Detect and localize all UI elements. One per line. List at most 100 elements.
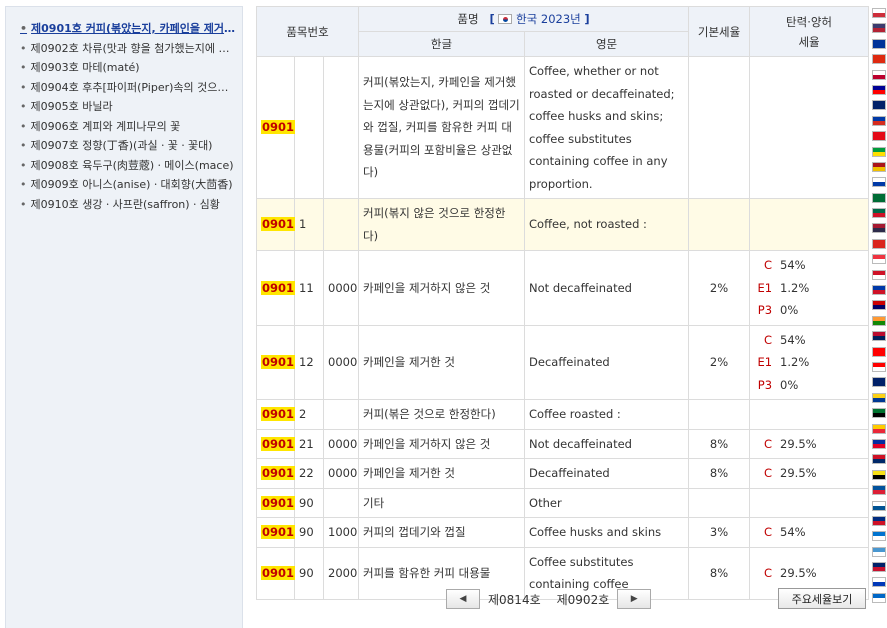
hs-heading-code[interactable]: 0901 [261, 565, 296, 580]
sidebar-heading-item[interactable]: •제0901호 커피(볶았는지, 카페인을 제거했는지에 상관없다) [20, 19, 236, 39]
hs-extension-cell: 0000 [322, 250, 360, 326]
rate-value: 1.2% [780, 280, 810, 295]
hs-heading-code[interactable]: 0901 [261, 217, 296, 232]
australia-flag-icon[interactable] [872, 100, 886, 111]
country-name[interactable]: 한국 [516, 12, 537, 26]
usa-flag-icon[interactable] [872, 23, 886, 34]
colombia-flag-icon[interactable] [872, 392, 886, 403]
tariff-year[interactable]: 2023년 [541, 12, 581, 26]
rate-type-code[interactable]: C [754, 254, 772, 277]
rate-type-code[interactable]: E1 [754, 277, 772, 300]
elastic-rate-cell: C 29.5% [749, 458, 870, 489]
hs-extension-cell: 0000 [322, 428, 360, 459]
sidebar-heading-item[interactable]: • 제0910호 생강ㆍ사프란(saffron)ㆍ심황 [20, 195, 236, 215]
costa-rica-flag-icon[interactable] [872, 515, 886, 526]
rate-type-code[interactable]: C [754, 433, 772, 456]
prev-button[interactable]: ◀ [446, 589, 480, 609]
sidebar-heading-label: 제0905호 바닐라 [30, 100, 113, 113]
basic-rate-cell: 3% [688, 517, 751, 548]
malaysia-flag-icon[interactable] [872, 300, 886, 311]
sidebar-heading-item[interactable]: • 제0906호 계피와 계피나무의 꽃 [20, 117, 236, 137]
newzealand-flag-icon[interactable] [872, 377, 886, 388]
rate-type-code[interactable]: P3 [754, 374, 772, 397]
english-description: Not decaffeinated [524, 250, 690, 326]
korea-flag-icon[interactable] [872, 8, 886, 18]
singapore-flag-icon[interactable] [872, 254, 886, 265]
hs-heading-cell[interactable]: 0901 [256, 487, 296, 518]
honduras-flag-icon[interactable] [872, 531, 886, 542]
country-bracket-open: [ [489, 12, 495, 26]
eu-flag-icon[interactable] [872, 38, 886, 49]
hs-heading-code[interactable]: 0901 [261, 495, 296, 510]
hs-heading-code[interactable]: 0901 [261, 407, 296, 421]
elastic-rate-cell: C 54% E1 1.2% P3 0% [749, 324, 870, 400]
rate-type-code[interactable]: P3 [754, 299, 772, 322]
hs-heading-code[interactable]: 0901 [261, 466, 296, 480]
panama-flag-icon[interactable] [872, 500, 886, 511]
brunei-flag-icon[interactable] [872, 469, 886, 480]
sidebar-heading-item[interactable]: •제0904호 후추[파이퍼(Piper)속의 것으로 한정한다] [20, 78, 236, 98]
next-heading-label[interactable]: 제0902호 [557, 591, 610, 608]
india-flag-icon[interactable] [872, 315, 886, 326]
chile-flag-icon[interactable] [872, 115, 886, 126]
laos-flag-icon[interactable] [872, 454, 886, 465]
vietnam-flag-icon[interactable] [872, 238, 886, 249]
sidebar-heading-item[interactable]: • 제0909호 아니스(anise)ㆍ대회향(大茴香) [20, 175, 236, 195]
cambodia-flag-icon[interactable] [872, 438, 886, 449]
rate-type-code[interactable]: C [754, 462, 772, 485]
norway-flag-icon[interactable] [872, 331, 886, 342]
spain-flag-icon[interactable] [872, 161, 886, 172]
rate-type-code[interactable]: E1 [754, 351, 772, 374]
elastic-rate-entry: C 29.5% [754, 562, 864, 585]
uae-flag-icon[interactable] [872, 408, 886, 419]
russia-flag-icon[interactable] [872, 177, 886, 188]
hs-heading-cell[interactable]: 0901 [256, 517, 296, 548]
hs-heading-cell[interactable]: 0901 [256, 428, 296, 459]
hs-heading-code[interactable]: 0901 [261, 280, 296, 295]
guatemala-flag-icon[interactable] [872, 546, 886, 557]
philippines-flag-icon[interactable] [872, 285, 886, 296]
brazil-flag-icon[interactable] [872, 146, 886, 157]
mexico-flag-icon[interactable] [872, 208, 886, 219]
hs-heading-cell[interactable]: 0901 [256, 56, 296, 199]
china-flag-icon[interactable] [872, 54, 886, 65]
hs-heading-code[interactable]: 0901 [261, 355, 296, 369]
rate-type-code[interactable]: C [754, 562, 772, 585]
hs-heading-cell[interactable]: 0901 [256, 198, 296, 251]
elastic-rate-entry: C 54% [754, 254, 864, 277]
english-description: Coffee, not roasted : [524, 198, 690, 251]
hs-heading-cell[interactable]: 0901 [256, 399, 296, 430]
nicaragua-flag-icon[interactable] [872, 592, 886, 603]
sidebar-heading-item[interactable]: • 제0907호 정향(丁香)(과실ㆍ꽃ㆍ꽃대) [20, 136, 236, 156]
thailand-flag-icon[interactable] [872, 223, 886, 234]
myanmar-flag-icon[interactable] [872, 423, 886, 434]
sidebar-heading-item[interactable]: • 제0905호 바닐라 [20, 97, 236, 117]
sidebar-heading-item[interactable]: • 제0903호 마테(maté) [20, 58, 236, 78]
uk-flag-icon[interactable] [872, 562, 886, 573]
next-button[interactable]: ▶ [617, 589, 652, 609]
main-rates-button[interactable]: 주요세율보기 [778, 588, 866, 609]
hs-heading-cell[interactable]: 0901 [256, 250, 296, 326]
canada-flag-icon[interactable] [872, 361, 886, 372]
iceland-flag-icon[interactable] [872, 485, 886, 496]
country-bracket-close: ] [584, 12, 590, 26]
saudi-flag-icon[interactable] [872, 192, 886, 203]
hs-heading-cell[interactable]: 0901 [256, 324, 296, 400]
japan-flag-icon[interactable] [872, 69, 886, 80]
prev-heading-label[interactable]: 제0814호 [488, 591, 541, 608]
hs-heading-code[interactable]: 0901 [261, 525, 296, 539]
elastic-rate-entry: C 54% [754, 521, 864, 544]
turkey-flag-icon[interactable] [872, 131, 886, 142]
sidebar-heading-item[interactable]: • 제0908호 육두구(肉荳蔲)ㆍ메이스(mace) [20, 156, 236, 176]
indonesia-flag-icon[interactable] [872, 269, 886, 280]
taiwan-flag-icon[interactable] [872, 84, 886, 95]
hs-heading-cell[interactable]: 0901 [256, 458, 296, 489]
rate-type-code[interactable]: C [754, 329, 772, 352]
switzerland-flag-icon[interactable] [872, 346, 886, 357]
hs-heading-code[interactable]: 0901 [261, 120, 296, 135]
israel-flag-icon[interactable] [872, 577, 886, 588]
hs-heading-code[interactable]: 0901 [261, 436, 296, 451]
rate-type-code[interactable]: C [754, 521, 772, 544]
hs-heading-cell[interactable]: 0901 [256, 546, 296, 600]
sidebar-heading-item[interactable]: •제0902호 차류(맛과 향을 첨가했는지에 상관없다) [20, 39, 236, 59]
